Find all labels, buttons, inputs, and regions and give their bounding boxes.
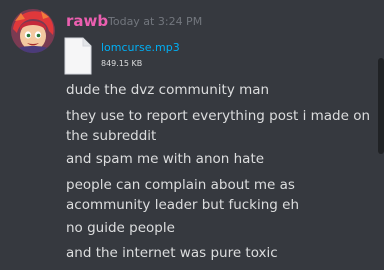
author-name[interactable]: rawb: [66, 11, 108, 31]
attachment-file-name[interactable]: lomcurse.mp3: [101, 41, 180, 55]
avatar[interactable]: [11, 9, 55, 53]
scrollbar[interactable]: [378, 58, 384, 154]
message-text: dude the dvz community man: [66, 82, 270, 98]
message-text: they use to report everything post i mad…: [66, 108, 371, 144]
file-icon: [64, 37, 92, 79]
message-text: people can complain about me as acommuni…: [66, 177, 300, 213]
message-timestamp: Today at 3:24 PM: [108, 15, 203, 28]
attachment-file-size: 849.15 KB: [101, 59, 143, 68]
file-attachment[interactable]: lomcurse.mp3 849.15 KB: [64, 37, 184, 75]
avatar-icon: [11, 9, 55, 53]
message-text: and the internet was pure toxic: [66, 245, 278, 261]
message-text: and spam me with anon hate: [66, 151, 265, 167]
message-text: no guide people: [66, 220, 175, 236]
